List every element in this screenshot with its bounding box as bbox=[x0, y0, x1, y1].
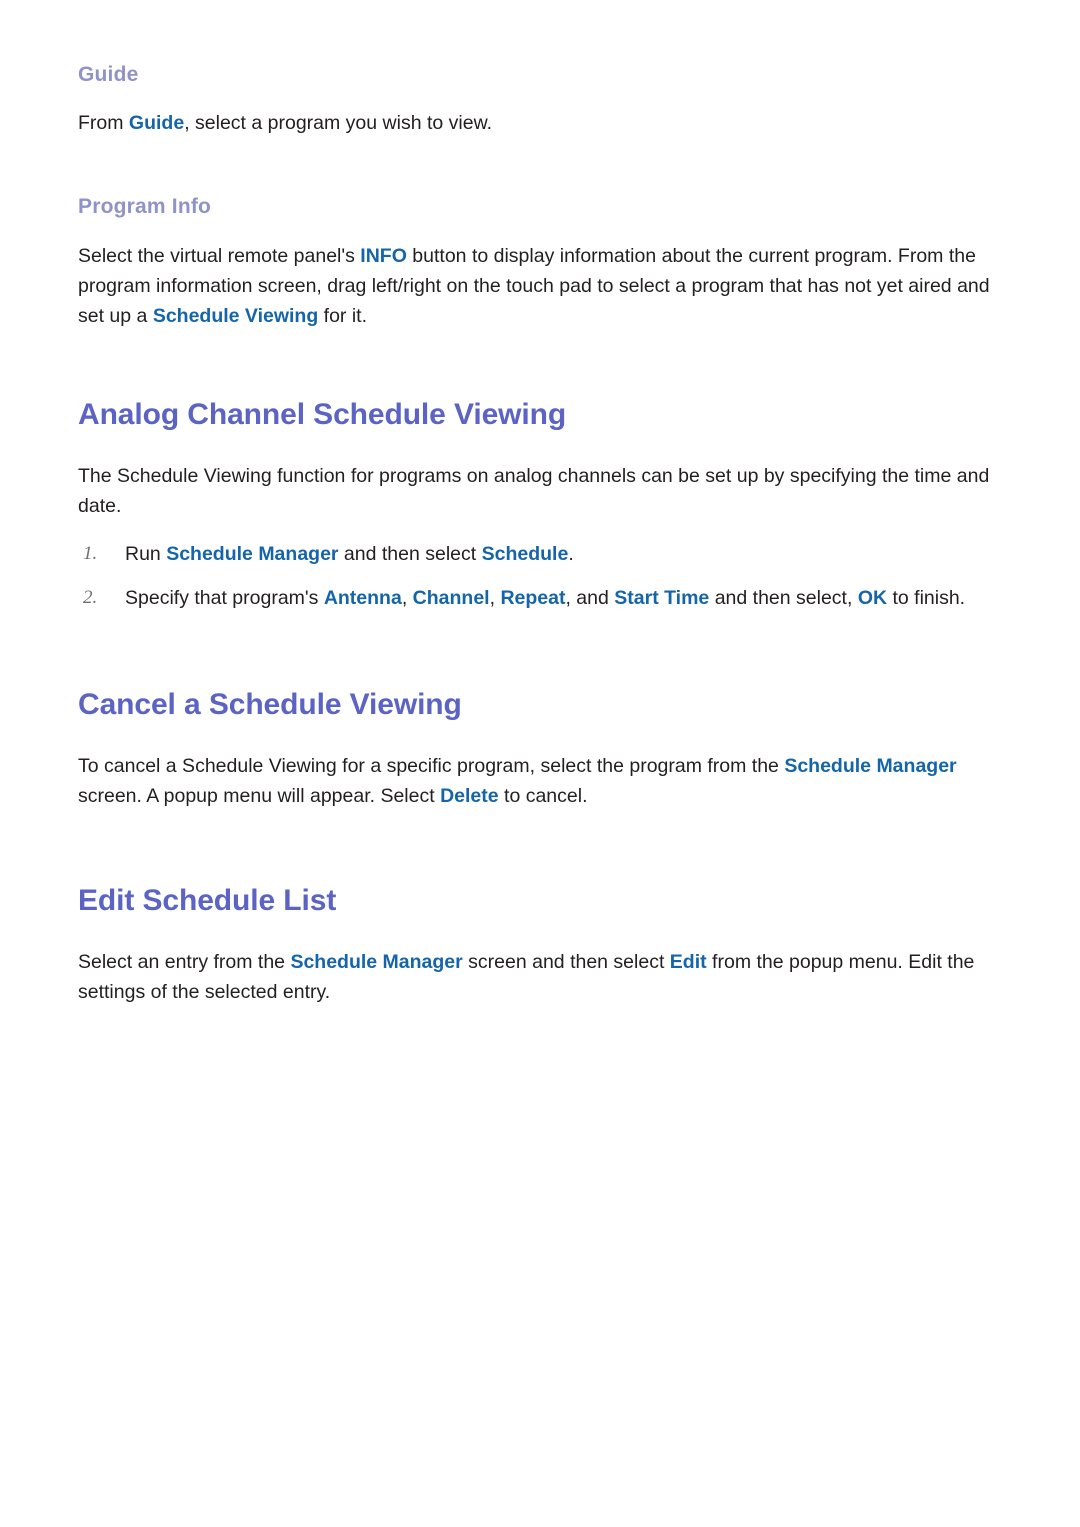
text-fragment: for it. bbox=[318, 304, 368, 327]
highlight-schedule-manager[interactable]: Schedule Manager bbox=[290, 951, 462, 973]
paragraph-program-info: Select the virtual remote panel's INFO b… bbox=[78, 241, 1000, 331]
highlight-schedule-viewing[interactable]: Schedule Viewing bbox=[153, 305, 318, 327]
steps-list-analog-channel: 1. Run Schedule Manager and then select S… bbox=[78, 539, 1000, 613]
text-fragment: Select the virtual remote panel's bbox=[78, 244, 361, 267]
highlight-schedule-manager[interactable]: Schedule Manager bbox=[784, 755, 956, 777]
text-fragment: screen. A popup menu will appear. Select bbox=[78, 784, 441, 807]
text-fragment: Specify that program's bbox=[125, 586, 324, 609]
text-fragment: Select an entry from the bbox=[78, 950, 291, 973]
text-fragment: , bbox=[489, 586, 501, 609]
paragraph-cancel-schedule: To cancel a Schedule Viewing for a speci… bbox=[78, 751, 1000, 811]
highlight-repeat[interactable]: Repeat bbox=[500, 587, 565, 609]
text-fragment: , select a program you wish to view. bbox=[184, 112, 492, 135]
list-item: 1. Run Schedule Manager and then select S… bbox=[78, 539, 1000, 569]
text-fragment: , bbox=[401, 586, 413, 609]
highlight-schedule-manager[interactable]: Schedule Manager bbox=[166, 543, 338, 565]
heading-edit-schedule-list: Edit Schedule List bbox=[78, 883, 337, 917]
paragraph-analog-channel: The Schedule Viewing function for progra… bbox=[78, 464, 990, 517]
document-page: Guide From Guide, select a program you w… bbox=[0, 0, 1080, 1527]
highlight-antenna[interactable]: Antenna bbox=[324, 587, 402, 609]
highlight-delete[interactable]: Delete bbox=[440, 785, 499, 807]
text-fragment: screen and then select bbox=[462, 950, 670, 973]
heading-cancel-a-schedule-viewing: Cancel a Schedule Viewing bbox=[78, 687, 462, 721]
highlight-info-button[interactable]: INFO bbox=[360, 245, 407, 267]
highlight-schedule[interactable]: Schedule bbox=[482, 543, 569, 565]
highlight-channel[interactable]: Channel bbox=[413, 587, 490, 609]
text-fragment: To cancel a Schedule Viewing for a speci… bbox=[78, 754, 785, 777]
subheading-guide: Guide bbox=[78, 63, 139, 86]
text-fragment: . bbox=[568, 542, 574, 565]
list-item-number: 1. bbox=[83, 542, 98, 564]
highlight-ok[interactable]: OK bbox=[858, 587, 887, 609]
list-item-number: 2. bbox=[83, 586, 98, 608]
text-fragment: to cancel. bbox=[498, 784, 588, 807]
text-fragment: and then select, bbox=[709, 586, 858, 609]
list-item: 2. Specify that program's Antenna, Channe… bbox=[78, 583, 1000, 613]
text-fragment: and then select bbox=[338, 542, 482, 565]
text-fragment: Run bbox=[125, 542, 167, 565]
highlight-start-time[interactable]: Start Time bbox=[614, 587, 709, 609]
highlight-edit[interactable]: Edit bbox=[670, 951, 707, 973]
subheading-program-info: Program Info bbox=[78, 195, 212, 219]
text-fragment: , and bbox=[565, 586, 615, 609]
text-fragment: From bbox=[78, 112, 129, 135]
heading-analog-channel-schedule-viewing: Analog Channel Schedule Viewing bbox=[78, 397, 567, 431]
paragraph-edit-schedule: Select an entry from the Schedule Manage… bbox=[78, 947, 1000, 1007]
paragraph-guide: From Guide, select a program you wish to… bbox=[78, 108, 1000, 138]
text-fragment: to finish. bbox=[887, 586, 966, 609]
highlight-guide[interactable]: Guide bbox=[129, 112, 184, 134]
